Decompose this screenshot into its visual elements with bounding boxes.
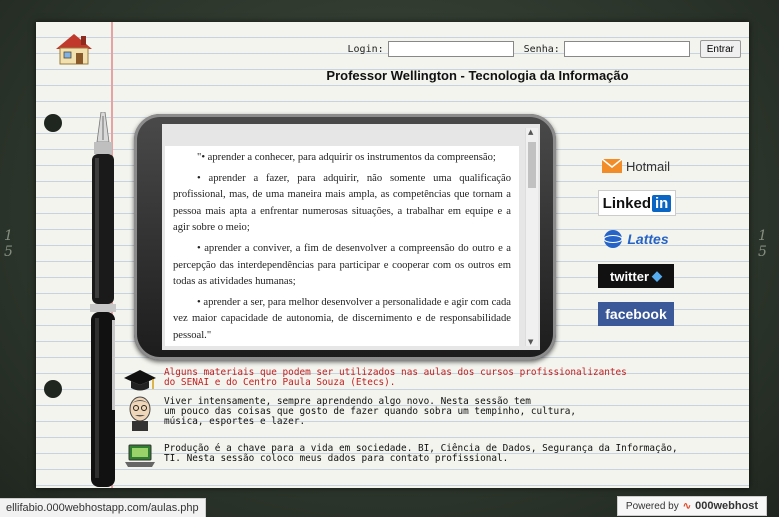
section-row-professional[interactable]: Produção é a chave para a vida em socied… bbox=[124, 442, 678, 470]
login-form: Login: Senha: Entrar bbox=[348, 40, 741, 58]
section-text: Viver intensamente, sempre aprendendo al… bbox=[164, 396, 577, 427]
quote-paragraph: • aprender a fazer, para adquirir, não s… bbox=[173, 172, 511, 234]
enter-button[interactable]: Entrar bbox=[699, 40, 741, 58]
section-row-hobbies[interactable]: Viver intensamente, sempre aprendendo al… bbox=[124, 395, 576, 431]
linkedin-in-badge: in bbox=[652, 194, 672, 212]
twitter-label: twitter bbox=[610, 268, 649, 284]
lattes-link[interactable]: Lattes bbox=[598, 227, 674, 251]
facebook-link[interactable]: facebook bbox=[598, 302, 674, 326]
facebook-label: facebook bbox=[605, 306, 667, 322]
scroll-thumb[interactable] bbox=[528, 142, 536, 188]
password-label: Senha: bbox=[523, 43, 560, 55]
person-portrait-icon bbox=[129, 396, 151, 431]
linkedin-link[interactable]: Linked in bbox=[598, 190, 676, 216]
bird-icon: ◆ bbox=[652, 268, 662, 283]
status-url: ellifabio.000webhostapp.com/aulas.php bbox=[0, 498, 206, 517]
lattes-globe-icon bbox=[603, 230, 623, 248]
password-input[interactable] bbox=[563, 41, 690, 57]
binder-hole bbox=[44, 114, 62, 132]
section-text: Alguns materiais que podem ser utilizado… bbox=[164, 367, 627, 388]
quote-paragraph: • aprender a conviver, a fim de desenvol… bbox=[173, 242, 511, 288]
scroll-down-arrow-icon[interactable]: ▼ bbox=[528, 338, 533, 346]
home-icon[interactable] bbox=[54, 32, 94, 66]
tablet-frame: "• aprender a conhecer, para adquirir os… bbox=[134, 114, 556, 360]
viewer-scrollbar[interactable]: ▲ ▼ bbox=[525, 128, 538, 346]
hotmail-link[interactable]: Hotmail bbox=[598, 154, 674, 178]
quote-paragraph: • aprender a ser, para melhor desenvolve… bbox=[173, 296, 511, 341]
laptop-icon bbox=[125, 444, 155, 467]
host-name: 000webhost bbox=[695, 500, 759, 512]
scroll-up-arrow-icon[interactable]: ▲ bbox=[528, 128, 533, 136]
hotmail-label: Hotmail bbox=[625, 158, 671, 174]
binder-hole bbox=[44, 380, 62, 398]
twitter-link[interactable]: twitter ◆ bbox=[598, 264, 674, 288]
login-input[interactable] bbox=[387, 41, 514, 57]
host-logo-icon: ∿ bbox=[682, 500, 692, 512]
section-row-materials[interactable]: Alguns materiais que podem ser utilizado… bbox=[124, 366, 627, 394]
powered-by-badge[interactable]: Powered by ∿ 000webhost bbox=[617, 496, 767, 516]
section-text: Produção é a chave para a vida em socied… bbox=[164, 443, 678, 464]
page-title: Professor Wellington - Tecnologia da Inf… bbox=[326, 68, 629, 83]
fountain-pen-image bbox=[90, 112, 116, 487]
quote-text: "• aprender a conhecer, para adquirir os… bbox=[165, 146, 519, 345]
login-label: Login: bbox=[347, 43, 384, 55]
lattes-label: Lattes bbox=[627, 231, 669, 247]
chalk-fraction-left: 15 bbox=[4, 228, 13, 260]
powered-by-label: Powered by bbox=[625, 500, 679, 512]
notebook-page: Login: Senha: Entrar Professor Wellingto… bbox=[36, 22, 749, 488]
graduation-cap-icon bbox=[124, 370, 156, 391]
quote-viewer[interactable]: "• aprender a conhecer, para adquirir os… bbox=[165, 146, 519, 346]
chalk-fraction-right: 15 bbox=[758, 228, 767, 260]
tablet-screen: "• aprender a conhecer, para adquirir os… bbox=[162, 124, 540, 350]
linkedin-label: Linked bbox=[602, 194, 651, 212]
quote-paragraph: "• aprender a conhecer, para adquirir os… bbox=[197, 152, 496, 163]
envelope-icon bbox=[601, 159, 622, 173]
